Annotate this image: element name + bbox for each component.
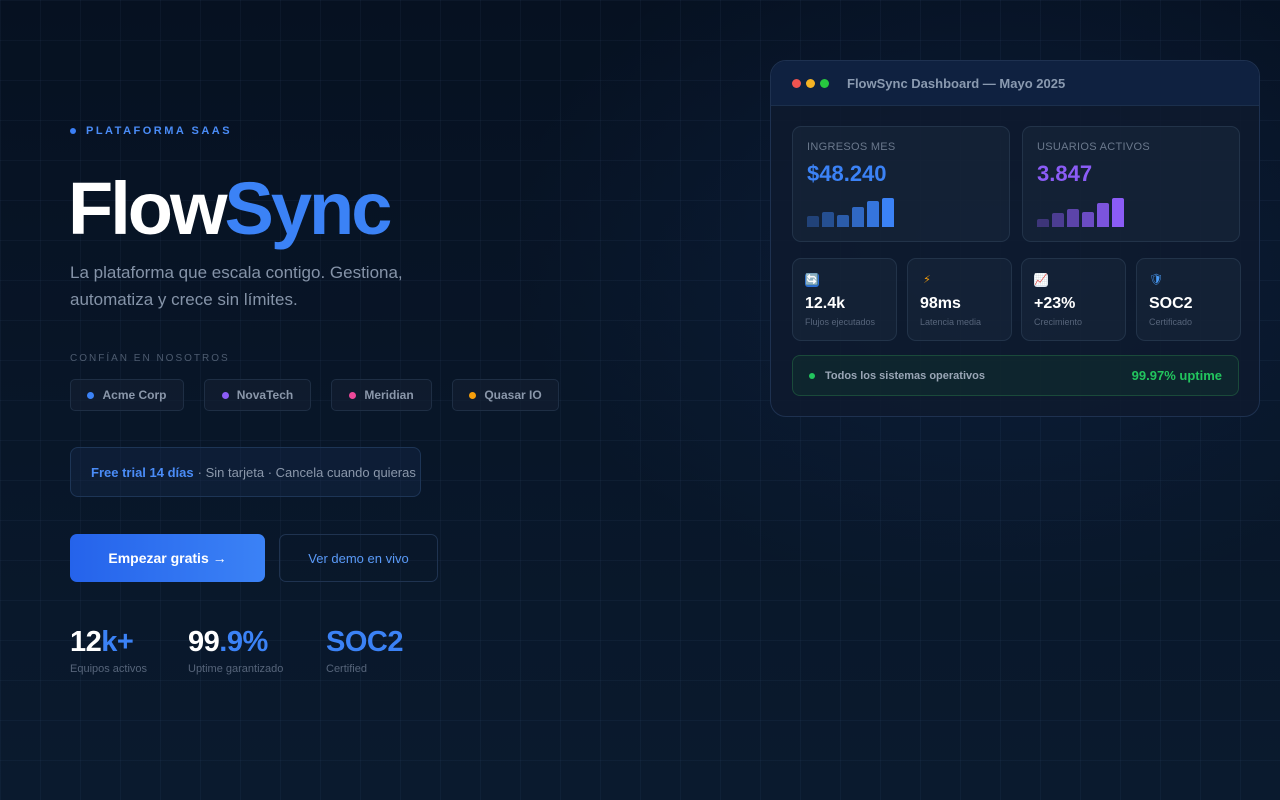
kpi-bar xyxy=(807,216,819,227)
stat-uptime: 99.9% Uptime garantizado xyxy=(188,625,283,675)
kpi-bar xyxy=(1037,219,1049,227)
client-logo-label: Acme Corp xyxy=(102,388,167,402)
metric-value: 12.4k xyxy=(805,295,846,312)
dashboard-titlebar: FlowSync Dashboard — Mayo 2025 xyxy=(771,61,1259,106)
trust-label: CONFÍAN EN NOSOTROS xyxy=(70,353,230,364)
trial-highlight: Free trial 14 días xyxy=(91,464,194,480)
client-logo-label: Quasar IO xyxy=(484,388,542,402)
trial-details: · Sin tarjeta · Cancela cuando quieras xyxy=(197,464,416,480)
window-close-dot-icon xyxy=(792,78,801,88)
metric-value: SOC2 xyxy=(1149,295,1193,312)
kpi-value: 3.847 xyxy=(1037,161,1093,186)
stat-value: 99.9% xyxy=(188,625,283,659)
kpi-bar xyxy=(882,198,894,227)
chart-up-icon: 📈 xyxy=(1034,273,1048,287)
metric-growth: 📈 +23% Crecimiento xyxy=(1021,258,1126,341)
dashboard-preview: FlowSync Dashboard — Mayo 2025 INGRESOS … xyxy=(770,60,1260,417)
kpi-bar xyxy=(1067,209,1079,227)
metric-value: 98ms xyxy=(920,295,961,312)
trial-banner: Free trial 14 días · Sin tarjeta · Cance… xyxy=(70,447,421,497)
kpi-bar xyxy=(867,201,879,227)
refresh-icon: 🔄 xyxy=(805,273,819,287)
acme-dot-icon xyxy=(87,391,95,399)
metric-latency: ⚡ 98ms Latencia media xyxy=(907,258,1012,341)
kpi-bar xyxy=(1097,203,1109,227)
lightning-icon: ⚡ xyxy=(923,274,931,286)
kpi-bar xyxy=(1112,198,1124,227)
metric-label: Flujos ejecutados xyxy=(805,317,876,327)
title-part-flow: Flow xyxy=(68,167,228,250)
stat-value-accent: k+ xyxy=(101,626,134,658)
metric-label: Latencia media xyxy=(920,317,982,327)
status-text: Todos los sistemas operativos xyxy=(825,369,985,382)
stat-label: Uptime garantizado xyxy=(188,663,284,675)
metric-label: Crecimiento xyxy=(1034,317,1083,327)
kpi-bar xyxy=(1052,213,1064,227)
kpi-revenue: INGRESOS MES $48.240 xyxy=(792,126,1010,242)
eyebrow-text: PLATAFORMA SAAS xyxy=(86,125,233,137)
title-part-sync: Sync xyxy=(224,167,393,250)
stat-soc2: SOC2 Certified xyxy=(326,625,403,675)
stat-value-main: 12 xyxy=(70,626,102,658)
system-status-bar: Todos los sistemas operativos 99.97% upt… xyxy=(792,355,1239,396)
eyebrow: PLATAFORMA SAAS xyxy=(70,125,232,137)
stat-value: SOC2 xyxy=(326,625,403,659)
hero-subtitle: La plataforma que escala contigo. Gestio… xyxy=(70,263,403,309)
stat-value-accent: .9% xyxy=(219,626,268,658)
stat-value: 12k+ xyxy=(70,625,147,659)
client-logo-label: NovaTech xyxy=(236,388,294,402)
kpi-bar xyxy=(837,215,849,227)
kpi-users-bars xyxy=(1037,195,1157,227)
kpi-revenue-bars xyxy=(807,195,927,227)
client-logo-novatech: NovaTech xyxy=(204,379,311,411)
shield-icon: 🛡 xyxy=(1149,274,1163,286)
kpi-active-users: USUARIOS ACTIVOS 3.847 xyxy=(1022,126,1240,242)
metric-label: Certificado xyxy=(1149,317,1193,327)
uptime-value: 99.97% uptime xyxy=(1131,368,1222,383)
metric-flows: 🔄 12.4k Flujos ejecutados xyxy=(792,258,897,341)
kpi-bar xyxy=(1082,212,1094,227)
kpi-label: USUARIOS ACTIVOS xyxy=(1037,141,1150,153)
client-logo-acme: Acme Corp xyxy=(70,379,184,411)
status-ok-dot-icon xyxy=(809,372,815,379)
meridian-dot-icon xyxy=(349,391,357,399)
client-logo-label: Meridian xyxy=(364,388,414,402)
novatech-dot-icon xyxy=(221,391,229,399)
window-maximize-dot-icon xyxy=(820,78,829,88)
window-minimize-dot-icon xyxy=(806,78,815,88)
metric-certified: 🛡 SOC2 Certificado xyxy=(1136,258,1241,341)
kpi-bar xyxy=(852,207,864,227)
kpi-value: $48.240 xyxy=(807,161,887,186)
stat-value-main: 99 xyxy=(188,626,220,658)
stat-teams: 12k+ Equipos activos xyxy=(70,625,147,675)
client-logo-meridian: Meridian xyxy=(331,379,432,411)
start-free-button[interactable]: Empezar gratis → xyxy=(70,534,265,582)
stat-label: Equipos activos xyxy=(70,663,148,675)
metric-value: +23% xyxy=(1034,295,1076,312)
client-logo-quasar: Quasar IO xyxy=(452,379,559,411)
stat-label: Certified xyxy=(326,663,367,675)
live-demo-button[interactable]: Ver demo en vivo xyxy=(279,534,438,582)
kpi-label: INGRESOS MES xyxy=(807,141,896,153)
eyebrow-dot-icon xyxy=(70,128,76,134)
quasar-dot-icon xyxy=(469,391,477,399)
dashboard-title: FlowSync Dashboard — Mayo 2025 xyxy=(847,75,1066,91)
stat-value-accent: SOC2 xyxy=(326,626,403,658)
hero-title: FlowSync xyxy=(68,166,393,252)
kpi-bar xyxy=(822,212,834,227)
